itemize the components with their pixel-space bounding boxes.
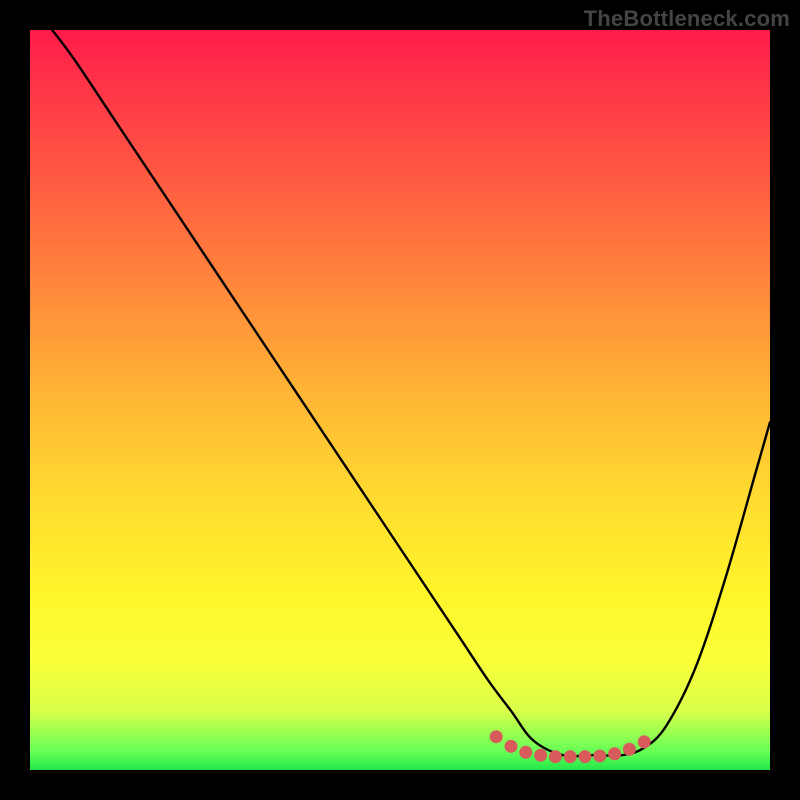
watermark-text: TheBottleneck.com: [584, 6, 790, 32]
optimal-marker: [490, 730, 503, 743]
optimal-marker: [549, 750, 562, 763]
chart-container: TheBottleneck.com: [0, 0, 800, 800]
optimal-marker: [534, 749, 547, 762]
optimal-marker: [579, 750, 592, 763]
optimal-marker: [519, 746, 532, 759]
optimal-marker: [593, 749, 606, 762]
optimal-marker: [505, 740, 518, 753]
bottleneck-curve: [52, 30, 770, 756]
curve-layer: [30, 30, 770, 770]
optimal-marker: [564, 750, 577, 763]
optimal-band-markers: [490, 730, 651, 763]
plot-area: [30, 30, 770, 770]
optimal-marker: [608, 747, 621, 760]
optimal-marker: [638, 735, 651, 748]
optimal-marker: [623, 743, 636, 756]
